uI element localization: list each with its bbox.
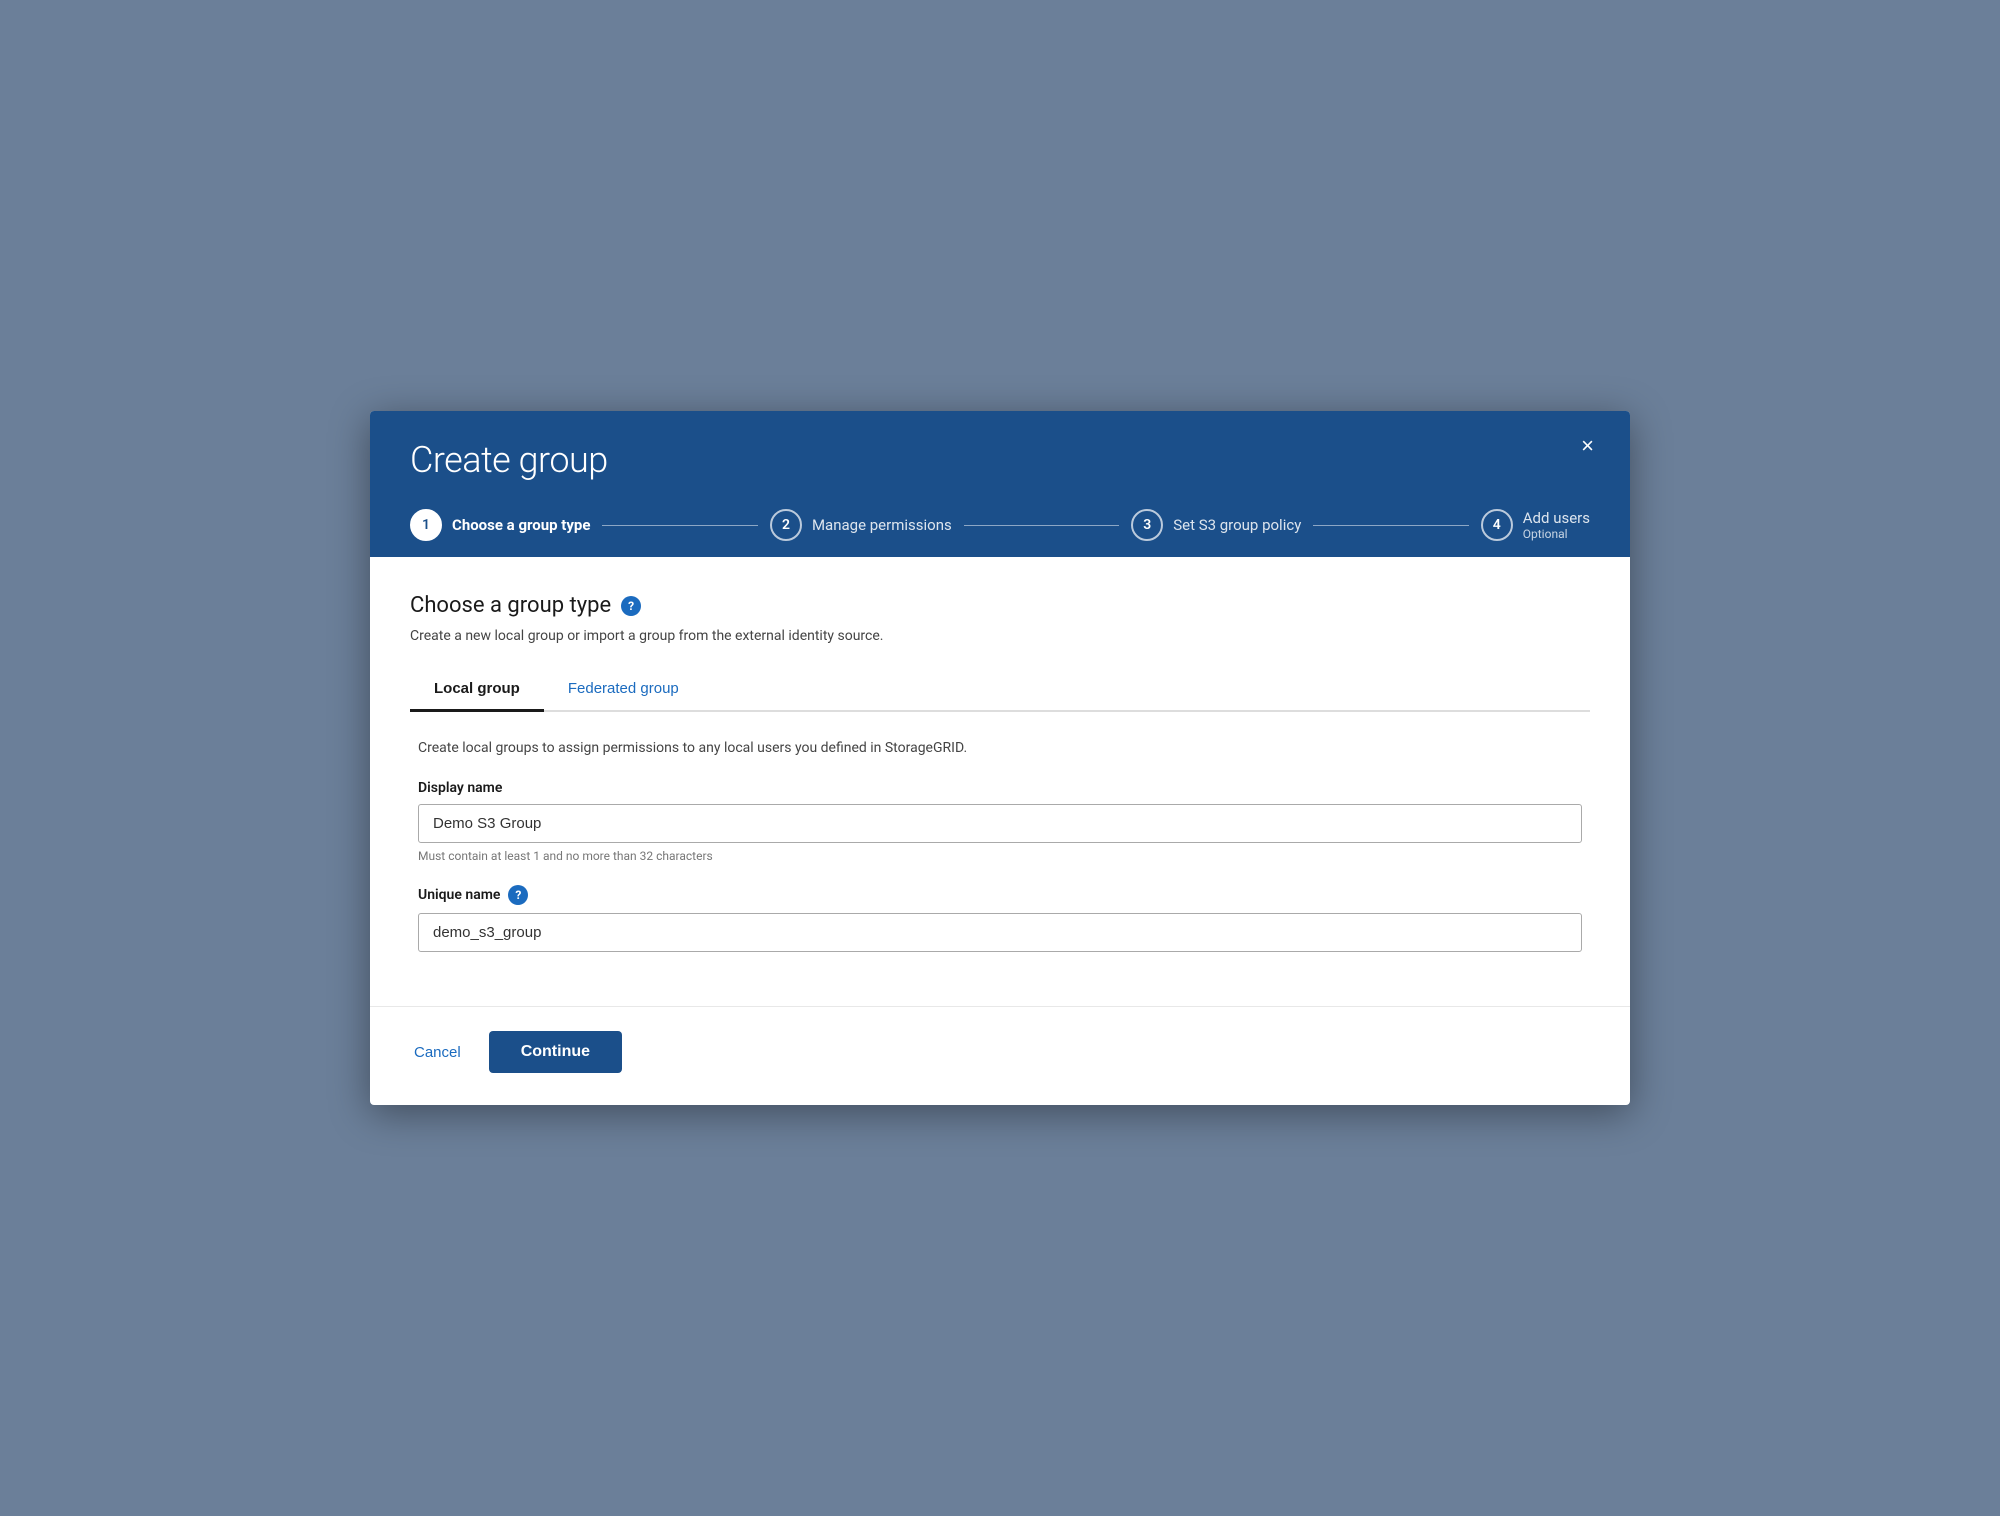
step-3-label: Set S3 group policy [1173, 516, 1301, 534]
tab-federated-group[interactable]: Federated group [544, 670, 703, 712]
tab-bar: Local group Federated group [410, 668, 1590, 712]
unique-name-help-icon[interactable]: ? [508, 885, 528, 905]
display-name-input[interactable] [418, 804, 1582, 843]
step-4-label: Add users Optional [1523, 509, 1590, 541]
step-3-circle: 3 [1131, 509, 1163, 541]
step-4: 4 Add users Optional [1481, 509, 1590, 557]
close-button[interactable]: × [1573, 431, 1602, 461]
modal-body: Choose a group type ? Create a new local… [370, 557, 1630, 1006]
unique-name-field-group: Unique name ? [418, 885, 1582, 952]
cancel-button[interactable]: Cancel [410, 1036, 465, 1069]
modal-header: × Create group 1 Choose a group type 2 M… [370, 411, 1630, 557]
display-name-field-group: Display name Must contain at least 1 and… [418, 780, 1582, 863]
step-separator-2 [964, 525, 1119, 526]
modal-footer: Cancel Continue [370, 1006, 1630, 1105]
step-separator-1 [602, 525, 757, 526]
step-1: 1 Choose a group type [410, 509, 590, 557]
step-2-circle: 2 [770, 509, 802, 541]
tab-local-group[interactable]: Local group [410, 670, 544, 712]
modal-title: Create group [410, 439, 1590, 481]
continue-button[interactable]: Continue [489, 1031, 622, 1073]
step-1-label: Choose a group type [452, 516, 590, 534]
steps-bar: 1 Choose a group type 2 Manage permissio… [410, 509, 1590, 557]
tab-description: Create local groups to assign permission… [418, 740, 1582, 756]
step-2: 2 Manage permissions [770, 509, 952, 557]
step-separator-3 [1313, 525, 1468, 526]
step-4-optional: Optional [1523, 527, 1590, 541]
create-group-modal: × Create group 1 Choose a group type 2 M… [370, 411, 1630, 1105]
unique-name-input[interactable] [418, 913, 1582, 952]
step-4-circle: 4 [1481, 509, 1513, 541]
step-3: 3 Set S3 group policy [1131, 509, 1301, 557]
display-name-hint: Must contain at least 1 and no more than… [418, 849, 1582, 863]
unique-name-label: Unique name ? [418, 885, 1582, 905]
step-2-label: Manage permissions [812, 516, 952, 534]
section-title: Choose a group type ? [410, 593, 1590, 618]
section-help-icon[interactable]: ? [621, 596, 641, 616]
section-subtitle: Create a new local group or import a gro… [410, 628, 1590, 644]
tab-content-local: Create local groups to assign permission… [410, 740, 1590, 952]
display-name-label: Display name [418, 780, 1582, 796]
step-1-circle: 1 [410, 509, 442, 541]
